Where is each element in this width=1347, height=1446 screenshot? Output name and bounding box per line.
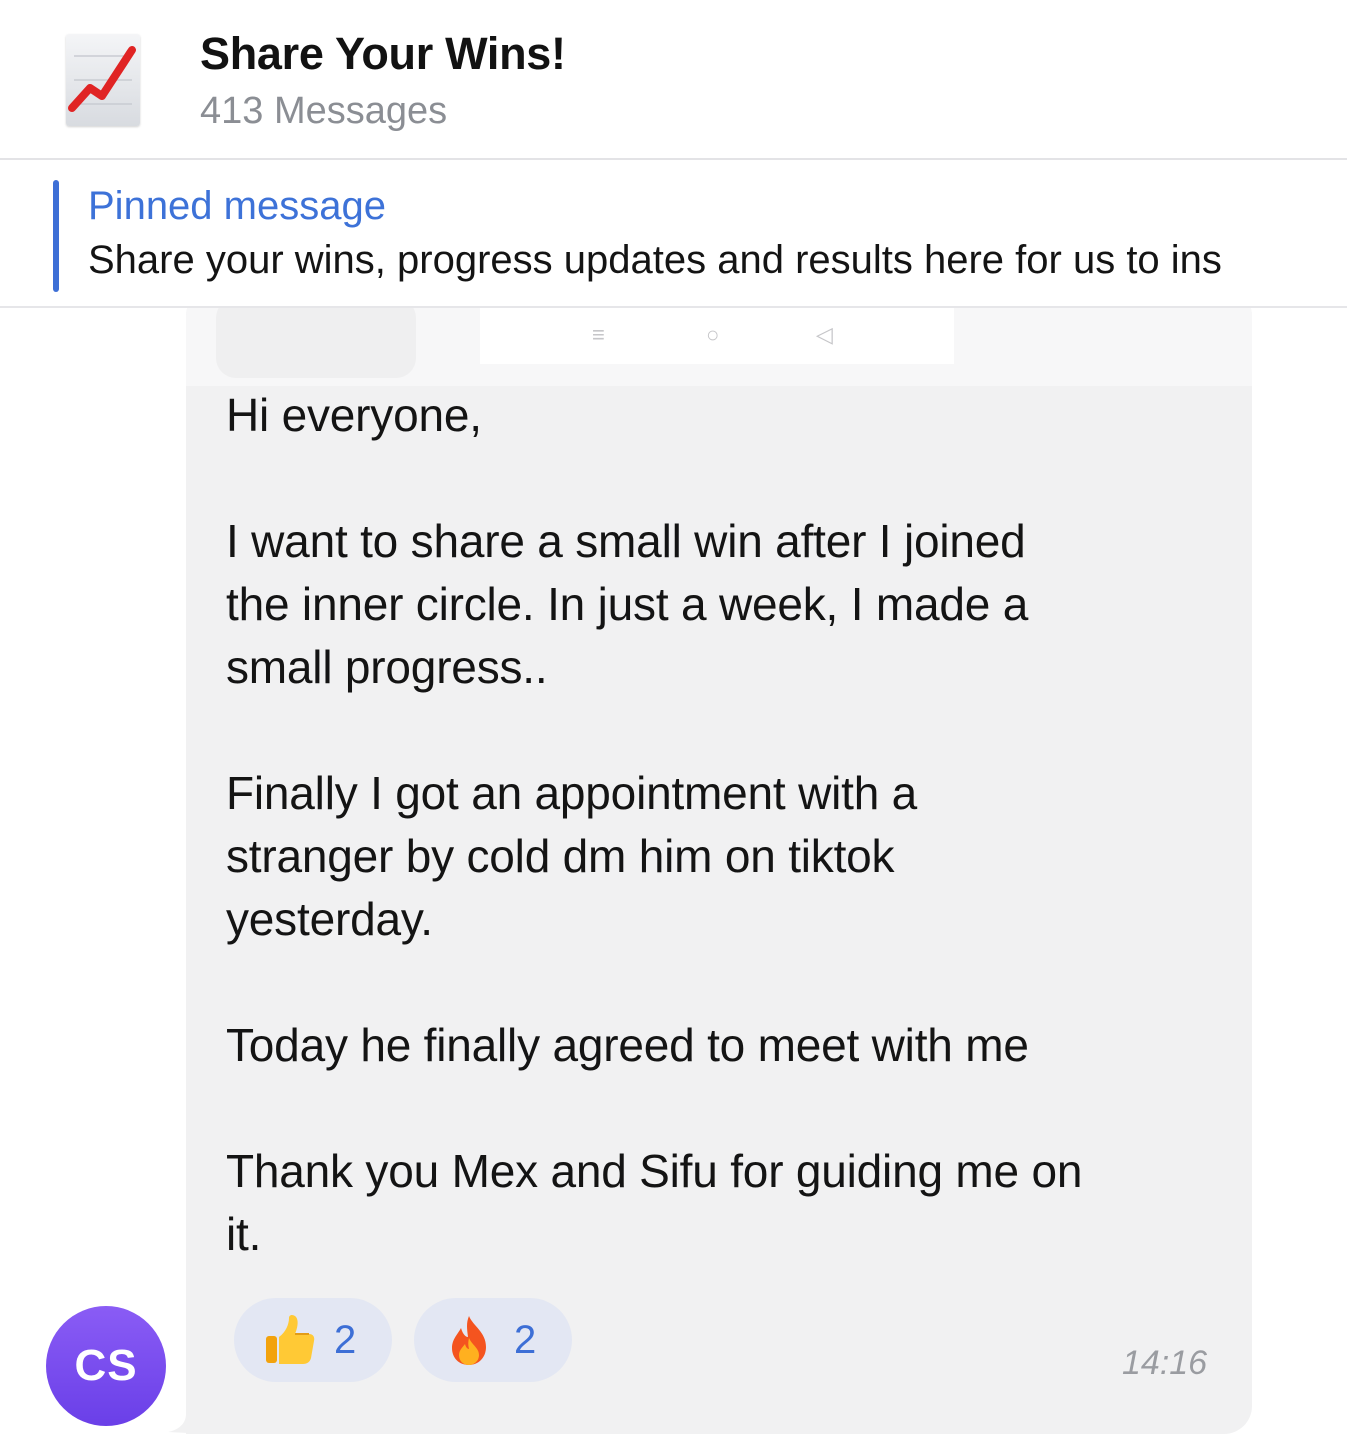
image-phone-nav-bar: ≡ ○ ◁ [480,308,954,364]
home-icon: ○ [706,322,720,347]
message-count: 413 Messages [200,90,448,132]
fire-icon [452,1316,486,1365]
avatar[interactable]: CS [46,1306,166,1426]
message-bubble[interactable]: ≡ ○ ◁ Hi everyone, I want to share a sma… [186,308,1252,1434]
back-icon: ◁ [816,322,833,347]
menu-icon: ≡ [592,322,605,347]
reaction-count: 2 [334,1318,357,1362]
pinned-text: Share your wins, progress updates and re… [88,238,1222,282]
chat-header[interactable]: Share Your Wins! 413 Messages [0,0,1347,160]
image-blur-region [216,308,416,378]
chart-increasing-icon [66,34,140,126]
pinned-label: Pinned message [88,184,386,228]
message-list[interactable]: ≡ ○ ◁ Hi everyone, I want to share a sma… [0,308,1347,1446]
reaction-fire[interactable]: 2 [414,1298,572,1382]
message-text: Hi everyone, I want to share a small win… [226,389,1083,1260]
pinned-accent-bar [53,180,59,292]
pinned-message-bar[interactable]: Pinned message Share your wins, progress… [0,160,1347,308]
thumbs-up-icon [266,1314,315,1364]
attached-image[interactable]: ≡ ○ ◁ [186,308,1252,386]
chat-title: Share Your Wins! [200,28,566,79]
reaction-thumbs-up[interactable]: 2 [234,1298,392,1382]
reaction-count: 2 [514,1318,537,1362]
message-time: 14:16 [1122,1344,1208,1382]
